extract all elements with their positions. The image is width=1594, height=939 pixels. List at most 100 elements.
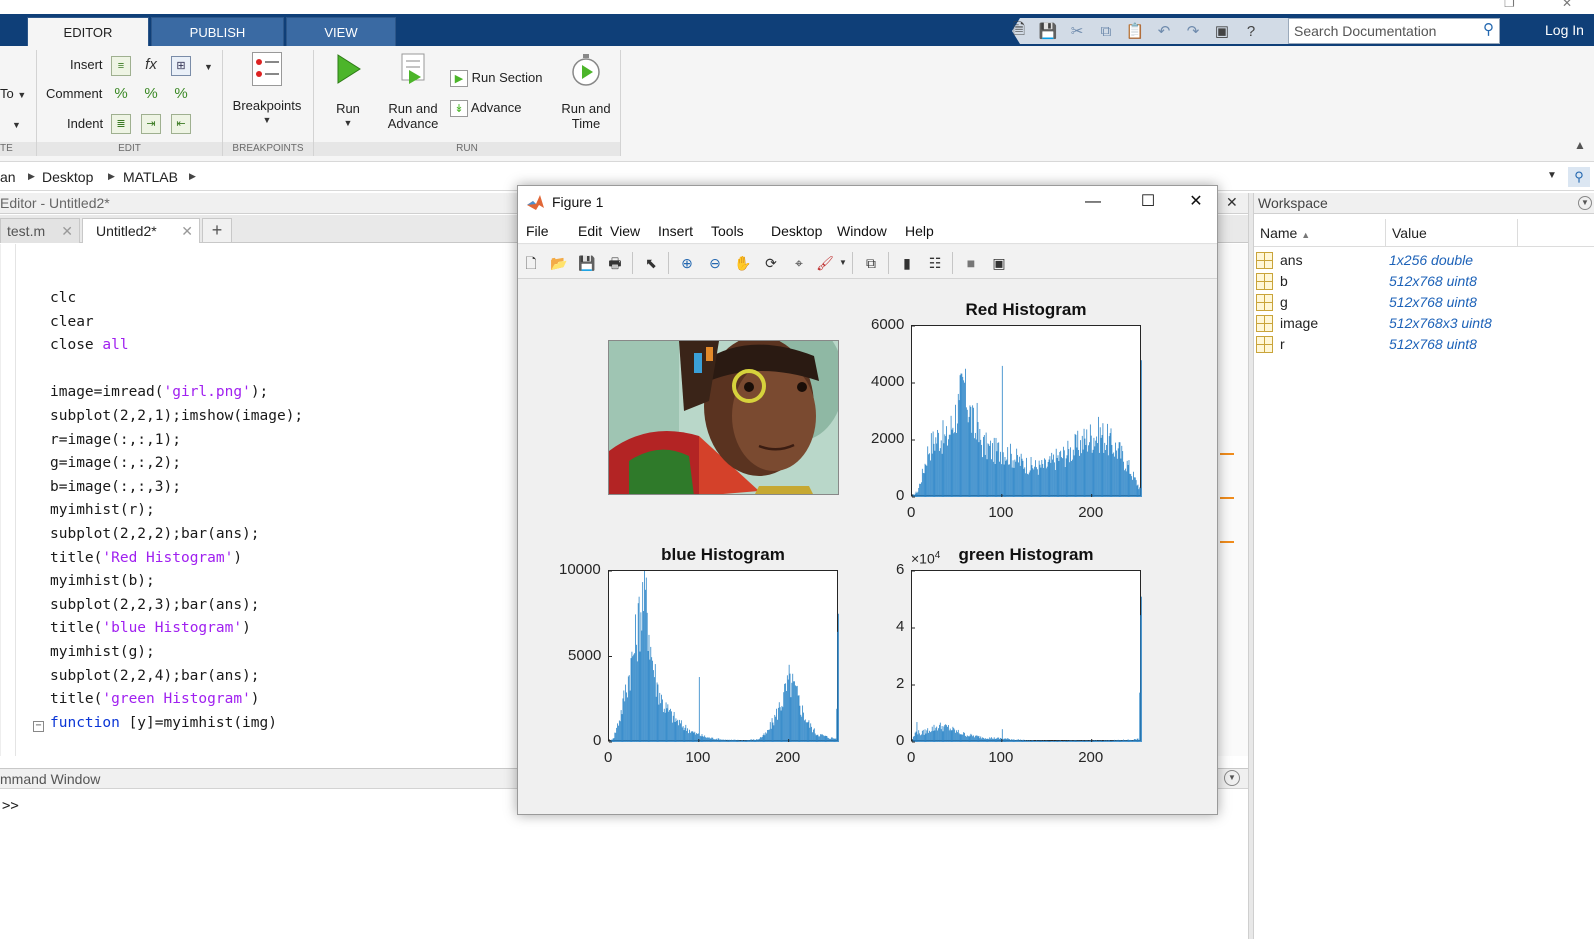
insert-colorbar-icon[interactable]: ▮	[896, 252, 918, 274]
code-line[interactable]: myimhist(g);	[50, 640, 155, 664]
find-dropdown[interactable]: ▼	[12, 116, 21, 131]
command-window-options-icon[interactable]: ▼	[1224, 770, 1240, 786]
insert-function-icon[interactable]: fx	[141, 56, 161, 76]
undo-icon[interactable]: ↶	[1151, 20, 1177, 42]
code-line[interactable]: subplot(2,2,3);bar(ans);	[50, 593, 260, 617]
code-line[interactable]: myimhist(b);	[50, 569, 155, 593]
help-icon[interactable]: ?	[1238, 20, 1264, 42]
code-line[interactable]: g=image(:,:,2);	[50, 451, 181, 475]
code-line[interactable]: close all	[50, 333, 129, 357]
code-line[interactable]: function [y]=myimhist(img)	[50, 711, 277, 735]
folder-history-dropdown[interactable]: ▼	[1547, 170, 1557, 181]
code-fold-toggle-icon[interactable]: −	[33, 721, 44, 732]
close-app-icon[interactable]: ✕	[1562, 0, 1572, 10]
green-histogram-axes[interactable]	[911, 570, 1142, 743]
insert-legend-icon[interactable]: ☷	[924, 252, 946, 274]
folder-search-icon[interactable]: ⚲	[1568, 167, 1590, 187]
code-line[interactable]: subplot(2,2,4);bar(ans);	[50, 664, 260, 688]
menu-tools[interactable]: Tools	[711, 223, 744, 239]
paste-icon[interactable]: 📋	[1122, 20, 1148, 42]
insert-dropdown[interactable]: ▼	[204, 58, 213, 73]
figure-title-bar[interactable]: Figure 1 — ☐ ✕	[518, 186, 1217, 219]
code-line[interactable]: clc	[50, 286, 76, 310]
breakpoints-button[interactable]: Breakpoints ▼	[232, 52, 302, 128]
red-histogram-axes[interactable]	[911, 325, 1142, 498]
hide-plot-tools-icon[interactable]: ■	[960, 252, 982, 274]
run-and-time-button[interactable]: Run and Time	[556, 52, 616, 131]
maximize-icon[interactable]: ☐	[1128, 190, 1168, 214]
go-to-label[interactable]: To ▼	[0, 86, 26, 101]
editor-tab-untitled2[interactable]: Untitled2* ✕	[82, 218, 200, 243]
login-link[interactable]: Log In	[1545, 22, 1584, 38]
copy-icon[interactable]: ⧉	[1093, 20, 1119, 42]
rotate-3d-icon[interactable]: ⟳	[760, 252, 782, 274]
crumb-user[interactable]: an	[0, 169, 16, 185]
code-line[interactable]: subplot(2,2,2);bar(ans);	[50, 522, 260, 546]
tab-view[interactable]: VIEW	[286, 17, 396, 46]
new-file-icon[interactable]: 🗎	[1006, 20, 1032, 42]
workspace-variable-row[interactable]: ans 1x256 double	[1254, 250, 1594, 271]
workspace-variable-row[interactable]: b 512x768 uint8	[1254, 271, 1594, 292]
menu-view[interactable]: View	[610, 223, 640, 239]
collapse-ribbon-icon[interactable]: ▲	[1574, 138, 1586, 152]
insert-section-icon[interactable]: ≡	[111, 56, 131, 76]
code-line[interactable]: subplot(2,2,1);imshow(image);	[50, 404, 303, 428]
redo-icon[interactable]: ↷	[1180, 20, 1206, 42]
command-prompt[interactable]: >>	[2, 798, 19, 814]
code-line[interactable]: clear	[50, 310, 94, 334]
code-line[interactable]: r=image(:,:,1);	[50, 428, 181, 452]
zoom-out-icon[interactable]: ⊖	[704, 252, 726, 274]
workspace-variable-row[interactable]: image 512x768x3 uint8	[1254, 313, 1594, 334]
save-figure-icon[interactable]: 💾	[576, 252, 598, 274]
link-plot-icon[interactable]: ⧉	[860, 252, 882, 274]
decrease-indent-icon[interactable]: ⇤	[171, 114, 191, 134]
code-line[interactable]: b=image(:,:,3);	[50, 475, 181, 499]
switch-windows-icon[interactable]: ▣	[1209, 20, 1235, 42]
code-line[interactable]: myimhist(r);	[50, 498, 155, 522]
menu-edit[interactable]: Edit	[578, 223, 602, 239]
save-icon[interactable]: 💾	[1035, 20, 1061, 42]
warning-marker[interactable]	[1220, 541, 1234, 543]
code-line[interactable]: title('blue Histogram')	[50, 616, 251, 640]
restore-icon[interactable]: ❐	[1504, 0, 1515, 10]
crumb-matlab[interactable]: MATLAB	[123, 169, 178, 185]
insert-chart-icon[interactable]: ⊞	[171, 56, 191, 76]
data-cursor-icon[interactable]: ⌖	[788, 252, 810, 274]
comment-icon[interactable]: %	[111, 85, 131, 105]
menu-insert[interactable]: Insert	[658, 223, 693, 239]
workspace-options-icon[interactable]: ▼	[1578, 196, 1592, 210]
code-line[interactable]: title('green Histogram')	[50, 687, 260, 711]
warning-marker[interactable]	[1220, 453, 1234, 455]
select-pointer-icon[interactable]: ⬉	[640, 252, 662, 274]
figure-canvas[interactable]: Red Histogram 0 100 200 0 2000 4000 6000 blue …	[518, 280, 1217, 814]
advance-button[interactable]: ↡ Advance	[450, 100, 522, 118]
close-tab-icon[interactable]: ✕	[61, 219, 73, 243]
open-file-icon[interactable]: 📂	[548, 252, 570, 274]
search-documentation-input[interactable]: Search Documentation	[1288, 18, 1500, 44]
increase-indent-icon[interactable]: ⇥	[141, 114, 161, 134]
menu-desktop[interactable]: Desktop	[771, 223, 822, 239]
menu-help[interactable]: Help	[905, 223, 934, 239]
editor-close-icon[interactable]: ✕	[1226, 194, 1238, 211]
pan-hand-icon[interactable]: ✋	[732, 252, 754, 274]
minimize-icon[interactable]: —	[1073, 190, 1113, 214]
search-icon[interactable]: ⚲	[1483, 18, 1499, 42]
close-tab-icon[interactable]: ✕	[181, 219, 193, 243]
run-button[interactable]: Run ▼	[326, 52, 370, 131]
warning-marker[interactable]	[1220, 497, 1234, 499]
run-section-button[interactable]: ▶ Run Section	[450, 70, 542, 88]
workspace-variable-row[interactable]: g 512x768 uint8	[1254, 292, 1594, 313]
menu-window[interactable]: Window	[837, 223, 887, 239]
blue-histogram-axes[interactable]	[608, 570, 839, 743]
uncomment-icon[interactable]: %	[141, 85, 161, 105]
code-line[interactable]: title('Red Histogram')	[50, 546, 242, 570]
editor-tab-test[interactable]: test.m ✕	[0, 218, 80, 243]
smart-indent-icon[interactable]: ≣	[111, 114, 131, 134]
crumb-desktop[interactable]: Desktop	[42, 169, 93, 185]
tab-editor[interactable]: EDITOR	[27, 17, 149, 46]
zoom-in-icon[interactable]: ⊕	[676, 252, 698, 274]
print-icon[interactable]: 🖶	[604, 252, 626, 274]
column-header-value[interactable]: Value	[1386, 219, 1518, 247]
cut-icon[interactable]: ✂	[1064, 20, 1090, 42]
wrap-comments-icon[interactable]: %	[171, 85, 191, 105]
